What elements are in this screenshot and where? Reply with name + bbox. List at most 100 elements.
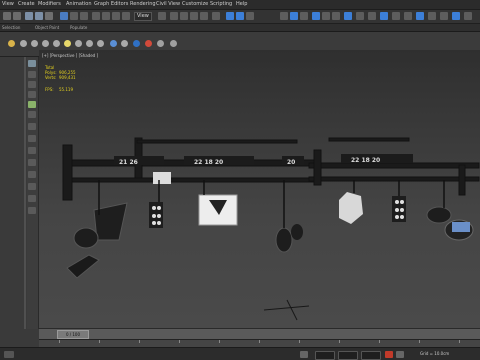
menu-animation[interactable]: Animation — [66, 1, 92, 7]
coord-z-field[interactable] — [361, 351, 381, 360]
status-bar: Grid = 10.0cm — [0, 347, 480, 360]
rotate-icon[interactable] — [102, 12, 110, 20]
schematic-icon[interactable] — [300, 12, 308, 20]
tb-icon-a[interactable] — [356, 12, 364, 20]
menu-rendering[interactable]: Rendering — [130, 1, 156, 7]
place-icon[interactable] — [122, 12, 130, 20]
move-icon[interactable] — [92, 12, 100, 20]
ribbon-toggle-icon[interactable] — [280, 12, 288, 20]
tool-j-icon[interactable] — [28, 159, 36, 166]
tool-h-icon[interactable] — [28, 135, 36, 142]
snap-icon[interactable] — [170, 12, 178, 20]
menu-customize[interactable]: Customize — [182, 1, 208, 7]
auto-key-icon[interactable] — [385, 351, 393, 358]
timeline-bar[interactable]: 0 / 100 — [39, 328, 480, 339]
menu-graph-editors[interactable]: Graph Editors — [94, 1, 128, 7]
axis-gizmo — [263, 299, 310, 321]
tool-n-icon[interactable] — [28, 207, 36, 214]
filter-icon[interactable] — [133, 40, 140, 47]
menu-create[interactable]: Create — [18, 1, 35, 7]
tb-icon-i[interactable] — [452, 12, 460, 20]
sign-left-text: 21 26 — [119, 159, 138, 166]
coord-y-field[interactable] — [338, 351, 358, 360]
freeze-icon[interactable] — [145, 40, 152, 47]
camera-icon[interactable] — [53, 40, 60, 47]
undo-icon[interactable] — [3, 12, 11, 20]
light-icon[interactable] — [42, 40, 49, 47]
spinner-snap-icon[interactable] — [200, 12, 208, 20]
tick — [59, 340, 60, 343]
unlink-icon[interactable] — [35, 12, 43, 20]
menu-civil-view[interactable]: Civil View — [156, 1, 180, 7]
time-slider[interactable]: 0 / 100 — [57, 330, 89, 339]
link-icon[interactable] — [25, 12, 33, 20]
pivot-icon[interactable] — [158, 12, 166, 20]
tool-l-icon[interactable] — [28, 183, 36, 190]
spot-light-left — [73, 227, 99, 249]
align-icon[interactable] — [236, 12, 244, 20]
material-editor-icon[interactable] — [312, 12, 320, 20]
tb-icon-f[interactable] — [416, 12, 424, 20]
select-name-icon[interactable] — [70, 12, 78, 20]
redo-icon[interactable] — [13, 12, 21, 20]
tool-g-icon[interactable] — [28, 123, 36, 130]
tool-m-icon[interactable] — [28, 195, 36, 202]
tb-icon-j[interactable] — [464, 12, 472, 20]
sync-icon[interactable] — [170, 40, 177, 47]
system-icon[interactable] — [97, 40, 104, 47]
menu-view[interactable]: View — [2, 1, 14, 7]
display-icon[interactable] — [20, 40, 27, 47]
tb-icon-c[interactable] — [380, 12, 388, 20]
tool-c-icon[interactable] — [28, 81, 36, 88]
maxscript-icon[interactable] — [4, 351, 14, 358]
render-setup-icon[interactable] — [322, 12, 330, 20]
sun-icon[interactable] — [64, 40, 71, 47]
scene-explorer-panel[interactable] — [0, 57, 25, 329]
xref-icon[interactable] — [110, 40, 117, 47]
tool-b-icon[interactable] — [28, 71, 36, 78]
menu-help[interactable]: Help — [236, 1, 247, 7]
main-toolbar: View — [0, 10, 480, 24]
region-icon[interactable] — [80, 12, 88, 20]
mirror-icon[interactable] — [226, 12, 234, 20]
tool-e-icon[interactable] — [28, 101, 36, 108]
tb-icon-d[interactable] — [392, 12, 400, 20]
tool-f-icon[interactable] — [28, 111, 36, 118]
ribbon-object-paint[interactable]: Object Paint — [35, 25, 59, 30]
render-frame-icon[interactable] — [332, 12, 340, 20]
tb-icon-b[interactable] — [368, 12, 376, 20]
ribbon-populate[interactable]: Populate — [70, 25, 87, 30]
folder-icon[interactable] — [8, 40, 15, 47]
bone-icon[interactable] — [121, 40, 128, 47]
perspective-viewport[interactable]: [+] [Perspective ] [Shaded ] Total Polys… — [39, 50, 480, 328]
curve-editor-icon[interactable] — [290, 12, 298, 20]
coord-x-field[interactable] — [315, 351, 335, 360]
scale-icon[interactable] — [112, 12, 120, 20]
menu-modifiers[interactable]: Modifiers — [38, 1, 61, 7]
panel-splitter[interactable] — [24, 57, 26, 329]
render-icon[interactable] — [344, 12, 352, 20]
sort-icon[interactable] — [157, 40, 164, 47]
menu-scripting[interactable]: Scripting — [210, 1, 232, 7]
layer-icon[interactable] — [246, 12, 254, 20]
percent-snap-icon[interactable] — [190, 12, 198, 20]
tool-d-icon[interactable] — [28, 91, 36, 98]
tb-icon-e[interactable] — [404, 12, 412, 20]
tb-icon-h[interactable] — [440, 12, 448, 20]
helper-icon[interactable] — [75, 40, 82, 47]
set-key-icon[interactable] — [396, 351, 404, 358]
angle-snap-icon[interactable] — [180, 12, 188, 20]
shape-icon[interactable] — [31, 40, 38, 47]
bind-icon[interactable] — [45, 12, 53, 20]
ribbon-selection[interactable]: Selection — [2, 25, 20, 30]
named-sel-icon[interactable] — [212, 12, 220, 20]
coord-system-dropdown[interactable]: View — [134, 12, 152, 21]
lock-icon[interactable] — [300, 351, 308, 358]
tool-i-icon[interactable] — [28, 147, 36, 154]
tool-a-icon[interactable] — [28, 60, 36, 67]
tool-k-icon[interactable] — [28, 171, 36, 178]
tb-icon-g[interactable] — [428, 12, 436, 20]
select-icon[interactable] — [60, 12, 68, 20]
space-warp-icon[interactable] — [86, 40, 93, 47]
sign-right-text: 20 — [287, 159, 295, 166]
